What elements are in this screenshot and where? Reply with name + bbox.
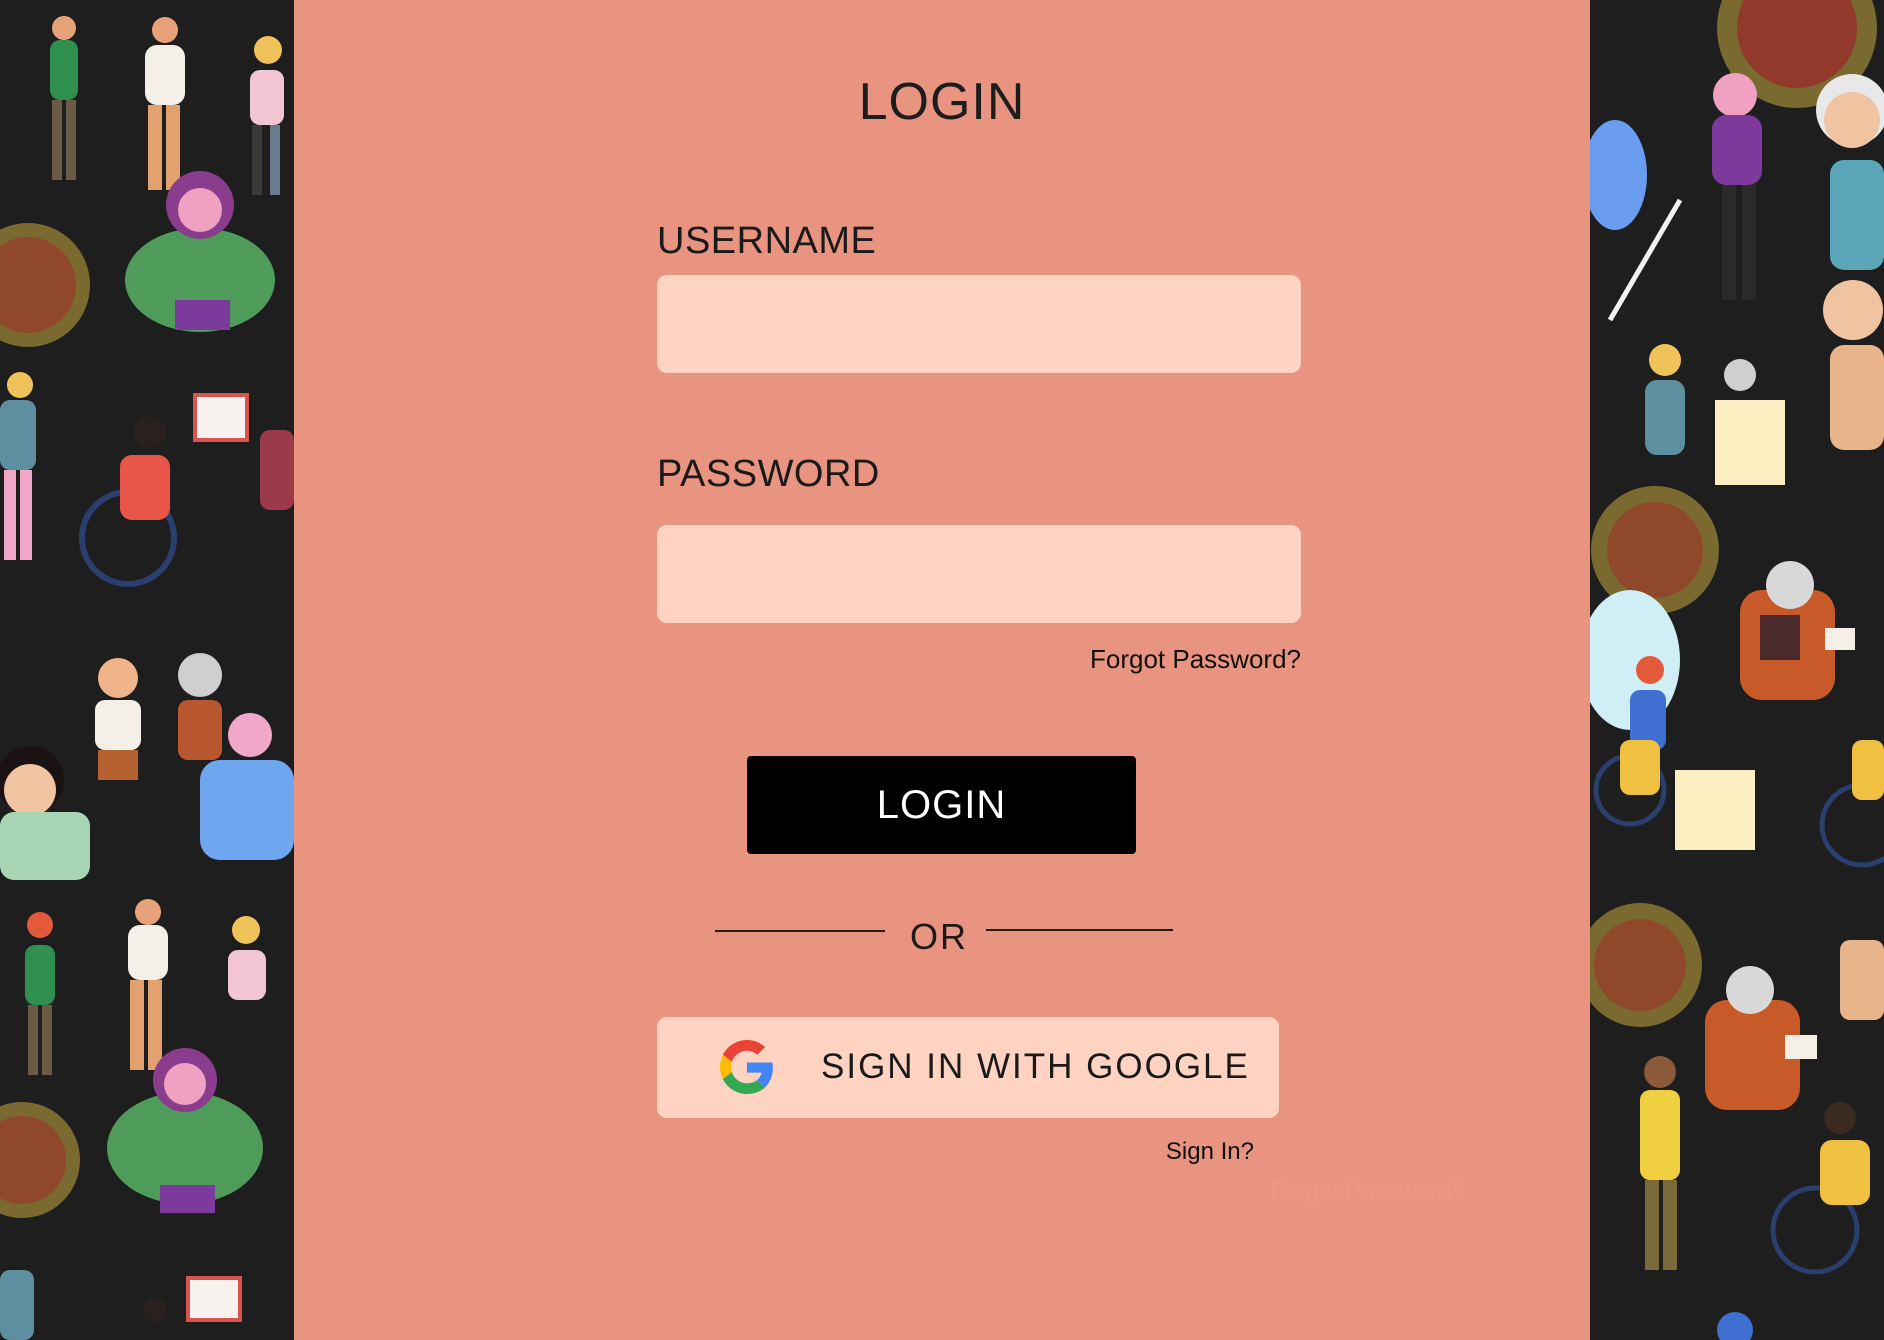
people-illustration-left xyxy=(0,16,294,1340)
left-illustration-panel xyxy=(0,0,294,1340)
page-title: LOGIN xyxy=(858,73,1026,131)
divider-or-text: OR xyxy=(910,916,968,957)
divider-line-right xyxy=(986,929,1173,931)
forgot-password-link[interactable]: Forgot Password? xyxy=(1001,644,1301,675)
google-sign-in-button[interactable]: SIGN IN WITH GOOGLE xyxy=(657,1017,1279,1118)
login-page: LOGIN USERNAME PASSWORD Forgot Password?… xyxy=(0,0,1884,1340)
username-label: USERNAME xyxy=(657,220,877,262)
divider-line-left xyxy=(715,930,885,932)
people-illustration-right xyxy=(1590,0,1884,1340)
right-illustration-panel xyxy=(1590,0,1884,1340)
sign-in-link[interactable]: Sign In? xyxy=(1134,1138,1254,1166)
password-label: PASSWORD xyxy=(657,453,880,495)
faded-forgot-password-text: Forgot Password? xyxy=(1270,1178,1465,1205)
login-button[interactable]: LOGIN xyxy=(747,756,1136,854)
password-input[interactable] xyxy=(657,525,1301,623)
google-g-icon xyxy=(720,1040,773,1094)
google-button-label: SIGN IN WITH GOOGLE xyxy=(821,1047,1250,1086)
login-panel: LOGIN USERNAME PASSWORD Forgot Password?… xyxy=(294,0,1590,1340)
username-input[interactable] xyxy=(657,275,1301,373)
